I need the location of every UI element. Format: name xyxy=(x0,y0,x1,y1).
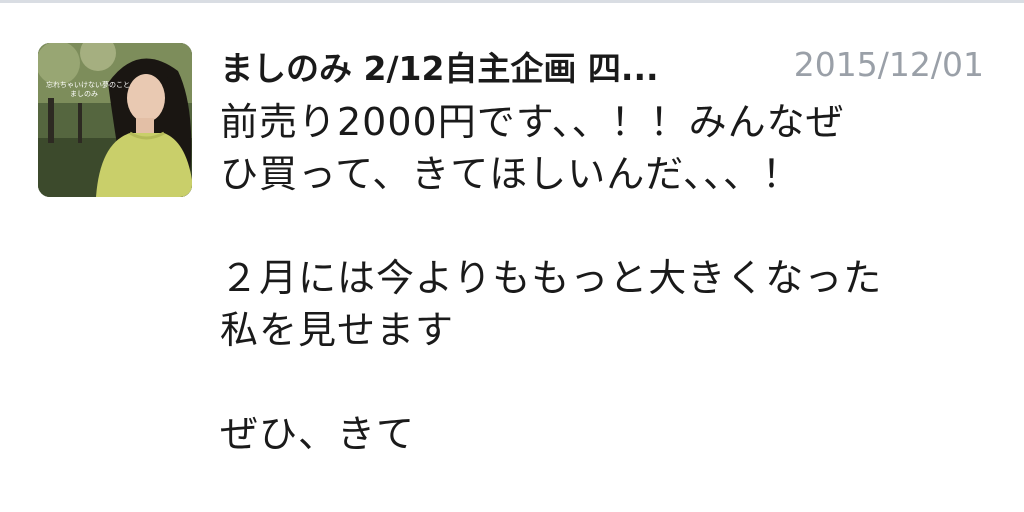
author-name[interactable]: ましのみ 2/12自主企画 四... xyxy=(220,42,760,90)
tweet-text-line: 前売り2000円です、、！！みんなぜ xyxy=(220,100,845,144)
avatar-caption-line1: 忘れちゃいけない夢のこと xyxy=(46,81,130,89)
tweet-text-line: ぜひ、きて xyxy=(220,412,416,456)
tweet-header: ましのみ 2/12自主企画 四... 2015/12/01 xyxy=(220,38,990,90)
avatar[interactable]: 忘れちゃいけない夢のこと ましのみ xyxy=(38,43,192,197)
tweet-text-blank-line xyxy=(220,356,1000,408)
tweet-text-line: ひ買って、きてほしいんだ、、、！ xyxy=(220,152,802,196)
avatar-caption: 忘れちゃいけない夢のこと ましのみ xyxy=(46,81,130,99)
tweet-text: 前売り2000円です、、！！みんなぜ ひ買って、きてほしいんだ、、、！ ２月には… xyxy=(220,96,1000,460)
tweet-text-blank-line xyxy=(220,200,1000,252)
tweet-card[interactable]: 忘れちゃいけない夢のこと ましのみ ましのみ 2/12自主企画 四... 201… xyxy=(0,0,1024,512)
avatar-caption-line2: ましのみ xyxy=(70,90,98,98)
tweet-text-line: ２月には今よりももっと大きくなった xyxy=(220,256,883,300)
tweet-timestamp[interactable]: 2015/12/01 xyxy=(794,45,984,84)
tweet-text-line: 私を見せます xyxy=(220,308,455,352)
avatar-photo xyxy=(38,43,192,197)
